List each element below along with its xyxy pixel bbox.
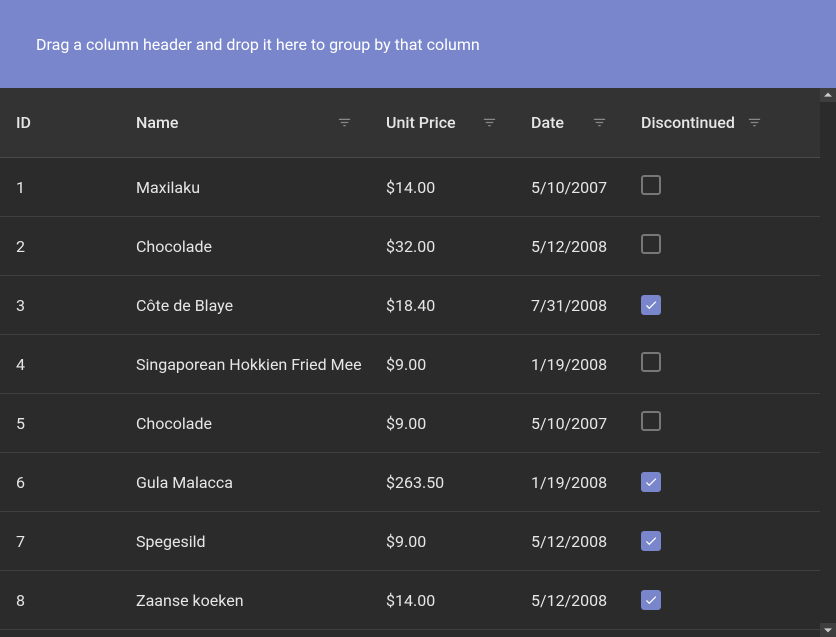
cell-date: 5/12/2008 <box>515 591 625 610</box>
cell-id: 5 <box>0 414 120 433</box>
group-panel-hint: Drag a column header and drop it here to… <box>36 35 480 54</box>
table-row[interactable]: 5Chocolade$9.005/10/2007 <box>0 394 820 453</box>
cell-unit-price: $32.00 <box>370 237 515 256</box>
cell-date: 1/19/2008 <box>515 355 625 374</box>
cell-name: Singaporean Hokkien Fried Mee <box>120 355 370 374</box>
table-row[interactable]: 3Côte de Blaye$18.407/31/2008 <box>0 276 820 335</box>
column-label: Unit Price <box>386 113 456 132</box>
group-drop-panel[interactable]: Drag a column header and drop it here to… <box>0 0 836 88</box>
cell-id: 4 <box>0 355 120 374</box>
cell-unit-price: $14.00 <box>370 591 515 610</box>
filter-icon[interactable] <box>479 113 499 133</box>
cell-date: 5/12/2008 <box>515 532 625 551</box>
column-label: Discontinued <box>641 113 735 132</box>
cell-date: 7/31/2008 <box>515 296 625 315</box>
column-label: ID <box>16 113 31 132</box>
cell-id: 7 <box>0 532 120 551</box>
cell-unit-price: $18.40 <box>370 296 515 315</box>
discontinued-checkbox[interactable] <box>641 590 661 610</box>
cell-discontinued <box>625 175 780 199</box>
table-row[interactable]: 4Singaporean Hokkien Fried Mee$9.001/19/… <box>0 335 820 394</box>
column-header-row: ID Name Unit Price Date D <box>0 88 820 158</box>
table-row[interactable]: 8Zaanse koeken$14.005/12/2008 <box>0 571 820 630</box>
cell-id: 1 <box>0 178 120 197</box>
cell-discontinued <box>625 590 780 611</box>
data-grid: Drag a column header and drop it here to… <box>0 0 836 637</box>
column-header-name[interactable]: Name <box>120 88 370 157</box>
column-header-discontinued[interactable]: Discontinued <box>625 88 780 157</box>
filter-icon[interactable] <box>334 113 354 133</box>
cell-unit-price: $263.50 <box>370 473 515 492</box>
cell-date: 5/10/2007 <box>515 414 625 433</box>
discontinued-checkbox[interactable] <box>641 175 661 195</box>
discontinued-checkbox[interactable] <box>641 352 661 372</box>
column-header-unit-price[interactable]: Unit Price <box>370 88 515 157</box>
grid-body: 1Maxilaku$14.005/10/20072Chocolade$32.00… <box>0 158 820 630</box>
cell-name: Côte de Blaye <box>120 296 370 315</box>
grid-content: ID Name Unit Price Date D <box>0 88 820 630</box>
cell-discontinued <box>625 472 780 493</box>
discontinued-checkbox[interactable] <box>641 531 661 551</box>
cell-id: 2 <box>0 237 120 256</box>
discontinued-checkbox[interactable] <box>641 411 661 431</box>
cell-id: 3 <box>0 296 120 315</box>
cell-date: 1/19/2008 <box>515 473 625 492</box>
cell-discontinued <box>625 352 780 376</box>
cell-unit-price: $14.00 <box>370 178 515 197</box>
cell-unit-price: $9.00 <box>370 532 515 551</box>
table-row[interactable]: 6Gula Malacca$263.501/19/2008 <box>0 453 820 512</box>
discontinued-checkbox[interactable] <box>641 295 661 315</box>
cell-discontinued <box>625 295 780 316</box>
filter-icon[interactable] <box>744 113 764 133</box>
cell-discontinued <box>625 411 780 435</box>
discontinued-checkbox[interactable] <box>641 472 661 492</box>
cell-name: Maxilaku <box>120 178 370 197</box>
cell-id: 6 <box>0 473 120 492</box>
cell-name: Spegesild <box>120 532 370 551</box>
cell-name: Zaanse koeken <box>120 591 370 610</box>
cell-unit-price: $9.00 <box>370 355 515 374</box>
column-label: Date <box>531 113 564 132</box>
discontinued-checkbox[interactable] <box>641 234 661 254</box>
scroll-down-button[interactable] <box>820 623 836 637</box>
cell-date: 5/12/2008 <box>515 237 625 256</box>
table-row[interactable]: 7Spegesild$9.005/12/2008 <box>0 512 820 571</box>
cell-unit-price: $9.00 <box>370 414 515 433</box>
cell-name: Gula Malacca <box>120 473 370 492</box>
cell-name: Chocolade <box>120 237 370 256</box>
column-header-id[interactable]: ID <box>0 88 120 157</box>
cell-discontinued <box>625 531 780 552</box>
column-label: Name <box>136 113 178 132</box>
column-header-date[interactable]: Date <box>515 88 625 157</box>
table-row[interactable]: 2Chocolade$32.005/12/2008 <box>0 217 820 276</box>
table-row[interactable]: 1Maxilaku$14.005/10/2007 <box>0 158 820 217</box>
filter-icon[interactable] <box>589 113 609 133</box>
cell-date: 5/10/2007 <box>515 178 625 197</box>
cell-id: 8 <box>0 591 120 610</box>
cell-name: Chocolade <box>120 414 370 433</box>
scroll-up-button[interactable] <box>820 88 836 102</box>
cell-discontinued <box>625 234 780 258</box>
